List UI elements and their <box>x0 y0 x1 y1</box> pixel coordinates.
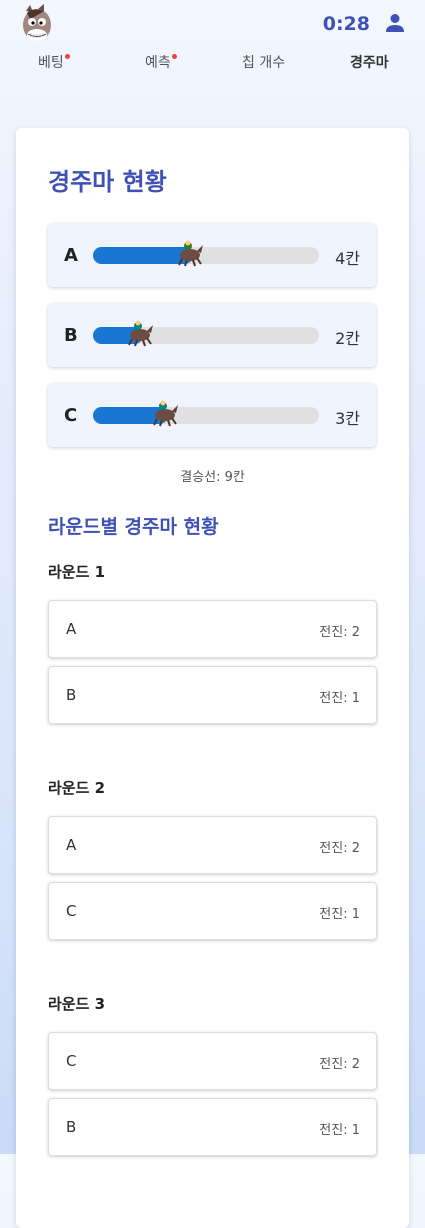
round-item: A 전진: 2 <box>48 600 377 658</box>
round-advance: 전진: 2 <box>319 1057 360 1072</box>
round-horse: A <box>66 620 77 638</box>
horse-steps: 3칸 <box>335 409 360 428</box>
round-item: C 전진: 2 <box>48 1032 377 1090</box>
round-advance: 전진: 1 <box>319 907 360 922</box>
progress-track <box>93 400 319 427</box>
round-item: B 전진: 1 <box>48 666 377 724</box>
horse-name: C <box>64 405 78 426</box>
racehorse-icon <box>153 400 179 427</box>
horse-row-c: C 3칸 <box>48 383 376 447</box>
tab-racehorse[interactable]: 경주마 <box>350 52 389 72</box>
round-advance: 전진: 2 <box>319 841 360 856</box>
round-item: B 전진: 1 <box>48 1098 377 1156</box>
round-title: 라운드 1 <box>48 563 106 581</box>
tab-betting[interactable]: 베팅 <box>38 52 70 72</box>
round-item: A 전진: 2 <box>48 816 377 874</box>
horse-mascot-icon[interactable] <box>18 3 58 45</box>
horse-row-b: B 2칸 <box>48 303 376 367</box>
round-advance: 전진: 1 <box>319 1123 360 1138</box>
round-title: 라운드 2 <box>48 779 106 797</box>
tab-prediction[interactable]: 예측 <box>145 52 177 72</box>
horse-steps: 2칸 <box>335 329 360 348</box>
horse-steps: 4칸 <box>335 249 360 268</box>
racehorse-icon <box>128 320 154 347</box>
horse-name: B <box>64 325 78 346</box>
tab-label: 베팅 <box>38 55 64 71</box>
horse-name: A <box>64 245 78 266</box>
progress-track <box>93 240 319 267</box>
round-horse: B <box>66 1118 77 1136</box>
round-item: C 전진: 1 <box>48 882 377 940</box>
round-advance: 전진: 1 <box>319 691 360 706</box>
timer: 0:28 <box>322 13 370 35</box>
round-horse: C <box>66 1052 77 1070</box>
finish-line-label: 결승선: 9칸 <box>180 470 245 485</box>
tab-label: 칩 개수 <box>242 55 286 71</box>
rounds-section-title: 라운드별 경주마 현황 <box>48 516 219 538</box>
round-advance: 전진: 2 <box>319 625 360 640</box>
racehorse-icon <box>178 240 204 267</box>
round-horse: C <box>66 902 77 920</box>
round-horse: A <box>66 836 77 854</box>
race-status-card: 경주마 현황 A 4칸 B 2칸 C 3칸 결승선: 9칸 라운드별 경주마 현… <box>16 128 409 1228</box>
tab-chip-count[interactable]: 칩 개수 <box>242 52 285 72</box>
round-title: 라운드 3 <box>48 995 106 1013</box>
page-title: 경주마 현황 <box>48 168 167 196</box>
top-bar: 0:28 베팅 예측 칩 개수 경주마 <box>0 0 425 71</box>
progress-track <box>93 320 319 347</box>
nav-tabs: 베팅 예측 칩 개수 경주마 <box>0 52 425 80</box>
notification-dot <box>171 54 177 59</box>
tab-label: 경주마 <box>350 55 389 71</box>
round-horse: B <box>66 686 77 704</box>
user-icon[interactable] <box>385 13 405 33</box>
notification-dot <box>64 54 70 59</box>
horse-row-a: A 4칸 <box>48 223 376 287</box>
tab-label: 예측 <box>145 55 171 71</box>
